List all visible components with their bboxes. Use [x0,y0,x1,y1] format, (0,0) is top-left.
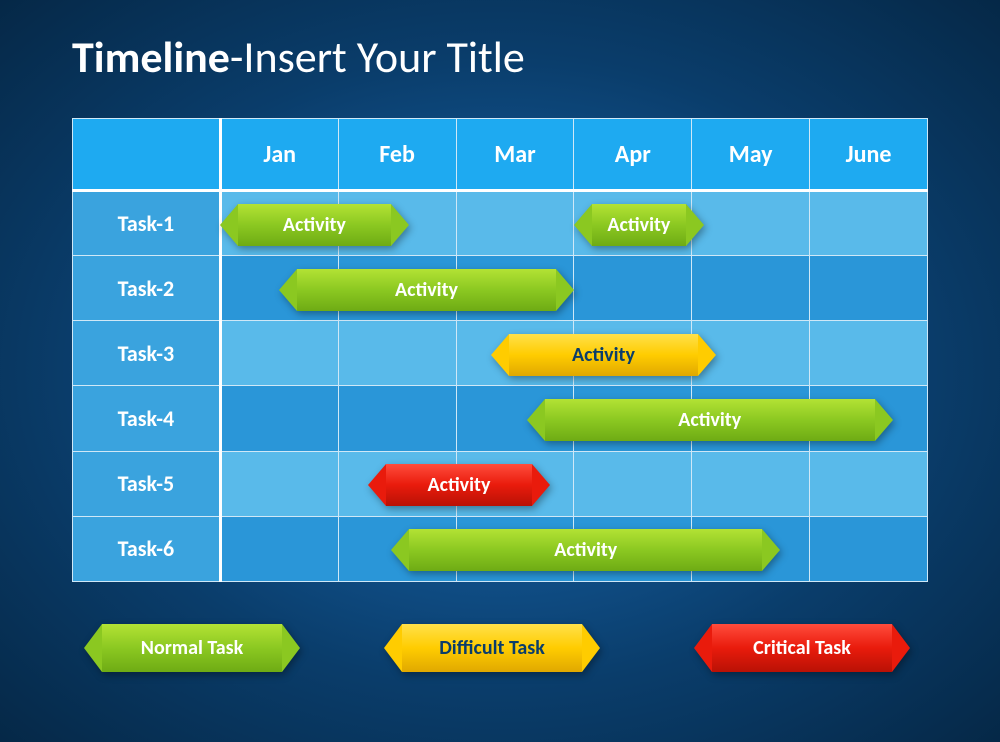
header-row: Jan Feb Mar Apr May June [73,119,928,191]
legend-item: Normal Task [102,624,282,672]
task-label: Task-1 [73,191,221,256]
title-rest: -Insert Your Title [230,30,525,84]
header-month: May [692,119,810,191]
task-label: Task-2 [73,256,221,321]
task-row: Task-5 [73,451,928,516]
header-month: Mar [456,119,574,191]
legend: Normal Task Difficult Task Critical Task [72,624,928,674]
task-row: Task-1 [73,191,928,256]
task-row: Task-6 [73,516,928,581]
header-month: Jan [220,119,338,191]
header-month: Feb [338,119,456,191]
header-month: Apr [574,119,692,191]
task-row: Task-2 [73,256,928,321]
task-label: Task-5 [73,451,221,516]
header-empty [73,119,221,191]
gantt-table: Jan Feb Mar Apr May June Task-1 Task-2 T… [72,118,928,582]
title-bold: Timeline [72,30,230,84]
task-label: Task-6 [73,516,221,581]
legend-item: Critical Task [712,624,892,672]
task-label: Task-4 [73,386,221,451]
header-month: June [810,119,928,191]
task-row: Task-3 [73,321,928,386]
task-row: Task-4 [73,386,928,451]
slide-title: Timeline-Insert Your Title [72,30,525,84]
legend-item: Difficult Task [402,624,582,672]
task-label: Task-3 [73,321,221,386]
